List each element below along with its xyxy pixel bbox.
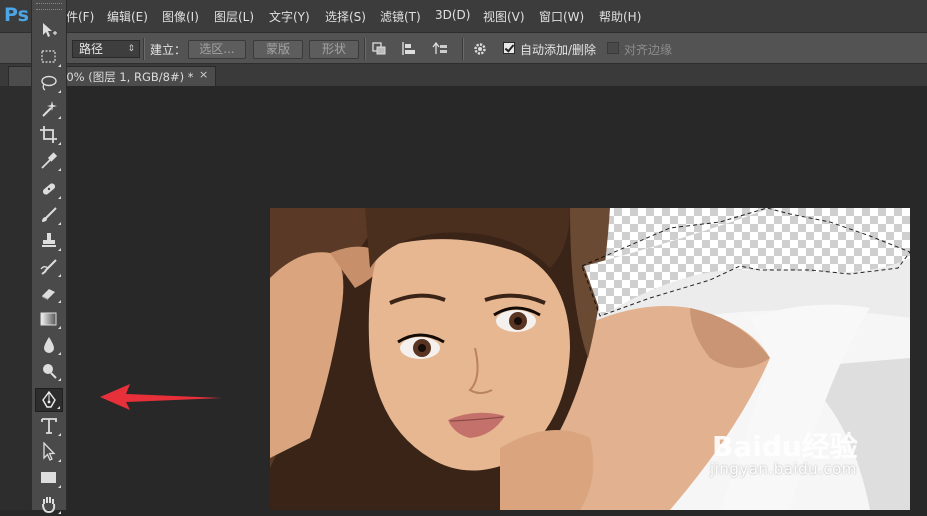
path-mode-select[interactable]: 路径 ⇕ — [72, 40, 140, 58]
toolbox — [31, 0, 67, 514]
menu-edit[interactable]: 编辑(E) — [107, 8, 148, 25]
menu-window[interactable]: 窗口(W) — [539, 8, 584, 25]
path-arrangement-icon[interactable] — [431, 41, 449, 57]
blur-drop-icon — [44, 337, 54, 353]
path-selection-tool[interactable] — [35, 440, 63, 464]
move-tool[interactable] — [35, 19, 63, 43]
auto-add-delete-label: 自动添加/删除 — [520, 43, 597, 57]
eyedropper-icon — [41, 152, 58, 169]
auto-add-delete-checkbox[interactable] — [503, 42, 515, 54]
lasso-icon — [41, 75, 57, 91]
type-icon — [41, 418, 57, 434]
separator — [462, 38, 464, 60]
options-bar: 路径 ⇕ 建立： 选区... 蒙版 形状 自动添加/删除 对齐边缘 — [0, 32, 927, 64]
move-icon — [43, 23, 57, 37]
type-tool[interactable] — [35, 414, 63, 438]
toolbox-grip[interactable] — [36, 3, 62, 10]
healing-brush-tool[interactable] — [35, 177, 63, 201]
menu-layer[interactable]: 图层(L) — [214, 8, 254, 25]
flyout-indicator — [58, 352, 61, 355]
menu-help[interactable]: 帮助(H) — [599, 8, 641, 25]
flyout-indicator — [58, 511, 61, 514]
crop-tool[interactable] — [35, 123, 63, 147]
flyout-indicator — [58, 378, 61, 381]
flyout-indicator — [57, 406, 60, 409]
watermark-brand: Baidu经验 — [712, 430, 858, 463]
hand-tool[interactable] — [35, 492, 63, 516]
marquee-icon — [41, 50, 56, 63]
brush-tool[interactable] — [35, 203, 63, 227]
dodge-tool[interactable] — [35, 359, 63, 383]
stamp-icon — [42, 233, 56, 247]
menu-select[interactable]: 选择(S) — [325, 8, 366, 25]
separator — [364, 38, 366, 60]
flyout-indicator — [58, 459, 61, 462]
document-tab-bar: 02 50% (图层 1, RGB/8#) * × — [0, 64, 927, 86]
align-edges-checkbox[interactable] — [607, 42, 619, 54]
red-arrow-annotation — [100, 384, 222, 410]
flyout-indicator — [58, 326, 61, 329]
path-alignment-icon[interactable] — [401, 41, 419, 57]
flyout-indicator — [58, 222, 61, 225]
path-selection-arrow-icon — [43, 442, 56, 461]
separator — [143, 38, 145, 60]
magic-wand-icon — [42, 101, 57, 117]
flyout-indicator — [58, 64, 61, 67]
make-shape-button[interactable]: 形状 — [309, 40, 359, 59]
lasso-tool[interactable] — [35, 71, 63, 95]
gradient-icon — [40, 312, 57, 326]
clone-stamp-tool[interactable] — [35, 229, 63, 253]
make-label: 建立： — [150, 43, 187, 57]
flyout-indicator — [58, 142, 61, 145]
photoshop-logo: Ps — [4, 4, 29, 26]
rectangle-tool[interactable] — [35, 466, 63, 490]
make-selection-button[interactable]: 选区... — [188, 40, 246, 59]
rectangle-icon — [41, 472, 56, 483]
bandage-icon — [42, 183, 56, 195]
history-brush-icon — [40, 259, 57, 275]
tab-title: 50% (图层 1, RGB/8#) * — [59, 70, 194, 84]
left-panel-edge — [0, 86, 31, 510]
menu-view[interactable]: 视图(V) — [483, 8, 525, 25]
align-edges-label: 对齐边缘 — [624, 43, 673, 57]
baidu-watermark-logo: Baidu经验 — [712, 430, 858, 463]
menu-3d[interactable]: 3D(D) — [435, 8, 470, 22]
flyout-indicator — [58, 485, 61, 488]
eraser-tool[interactable] — [35, 281, 63, 305]
flyout-indicator — [58, 196, 61, 199]
brush-icon — [42, 207, 57, 222]
updown-arrow-icon: ⇕ — [127, 44, 135, 54]
hand-icon — [42, 497, 56, 514]
history-brush-tool[interactable] — [35, 255, 63, 279]
flyout-indicator — [58, 116, 61, 119]
make-mask-button[interactable]: 蒙版 — [253, 40, 303, 59]
gradient-tool[interactable] — [35, 307, 63, 331]
pen-tool[interactable] — [35, 388, 63, 412]
flyout-indicator — [58, 274, 61, 277]
dodge-icon — [43, 364, 57, 379]
crop-icon — [40, 126, 57, 143]
flyout-indicator — [58, 433, 61, 436]
gear-icon[interactable] — [472, 41, 490, 57]
menu-image[interactable]: 图像(I) — [162, 8, 199, 25]
menu-file[interactable]: 件(F) — [66, 8, 94, 25]
magic-wand-tool[interactable] — [35, 97, 63, 121]
flyout-indicator — [58, 300, 61, 303]
path-mode-value: 路径 — [79, 42, 104, 56]
menu-filter[interactable]: 滤镜(T) — [380, 8, 421, 25]
marquee-tool[interactable] — [35, 45, 63, 69]
watermark-url: jingyan.baidu.com — [710, 460, 857, 478]
menu-bar: Ps 件(F) 编辑(E) 图像(I) 图层(L) 文字(Y) 选择(S) 滤镜… — [0, 0, 927, 32]
blur-tool[interactable] — [35, 333, 63, 357]
close-icon[interactable]: × — [199, 68, 208, 81]
eraser-icon — [42, 289, 55, 300]
flyout-indicator — [58, 248, 61, 251]
flyout-indicator — [58, 168, 61, 171]
menu-type[interactable]: 文字(Y) — [269, 8, 310, 25]
eyedropper-tool[interactable] — [35, 149, 63, 173]
path-operations-icon[interactable] — [371, 41, 389, 57]
flyout-indicator — [58, 90, 61, 93]
